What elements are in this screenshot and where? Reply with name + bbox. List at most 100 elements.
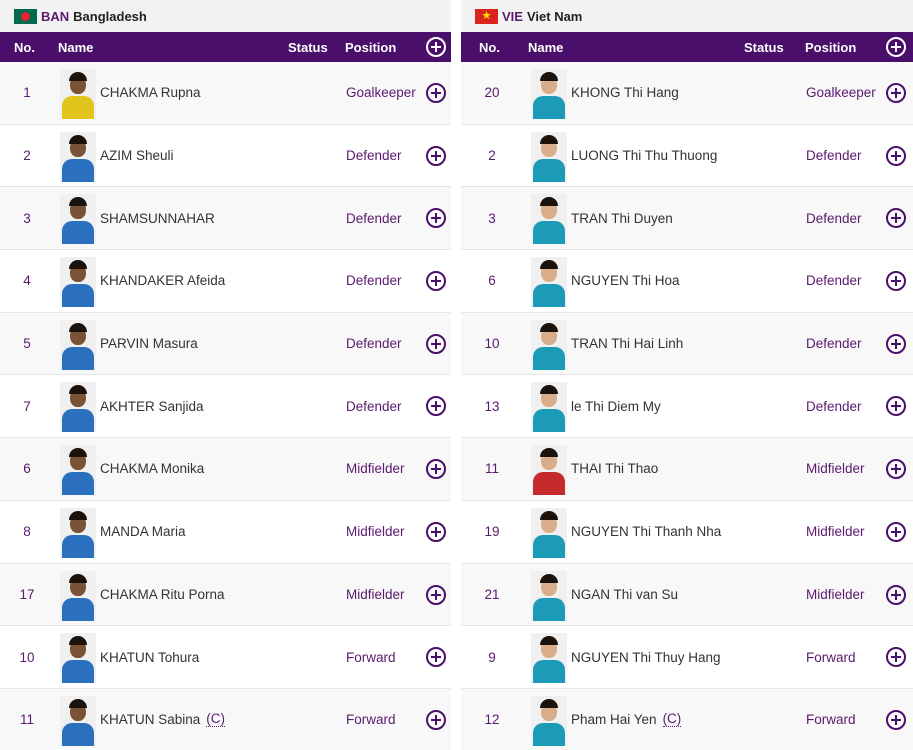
player-row[interactable]: 6 NGUYEN Thi Hoa Defender xyxy=(461,250,913,313)
player-name[interactable]: TRAN Thi Hai Linh xyxy=(571,336,683,351)
player-position: Midfielder xyxy=(806,461,865,477)
player-name-cell[interactable]: KHANDAKER Afeida xyxy=(100,250,225,312)
player-position: Defender xyxy=(806,336,862,352)
player-row[interactable]: 19 NGUYEN Thi Thanh Nha Midfielder xyxy=(461,501,913,564)
player-name-cell[interactable]: CHAKMA Rupna xyxy=(100,62,201,124)
player-name-cell[interactable]: KHONG Thi Hang xyxy=(571,62,679,124)
player-name[interactable]: Pham Hai Yen xyxy=(571,712,657,727)
player-row[interactable]: 2 LUONG Thi Thu Thuong Defender xyxy=(461,125,913,188)
player-name-cell[interactable]: AKHTER Sanjida xyxy=(100,375,204,437)
expand-plus-icon[interactable] xyxy=(426,584,446,605)
player-name-cell[interactable]: MANDA Maria xyxy=(100,501,186,563)
expand-plus-icon[interactable] xyxy=(886,145,906,166)
player-row[interactable]: 5 PARVIN Masura Defender xyxy=(0,312,451,376)
player-number: 2 xyxy=(23,148,31,164)
expand-plus-icon[interactable] xyxy=(886,333,906,354)
expand-plus-icon[interactable] xyxy=(886,271,906,292)
player-position: Midfielder xyxy=(806,524,865,540)
player-name[interactable]: KHATUN Tohura xyxy=(100,650,199,665)
expand-plus-icon[interactable] xyxy=(426,271,446,292)
player-name[interactable]: NGAN Thi van Su xyxy=(571,587,678,602)
player-row[interactable]: 7 AKHTER Sanjida Defender xyxy=(0,375,451,439)
player-name[interactable]: PARVIN Masura xyxy=(100,336,198,351)
player-name-cell[interactable]: NGUYEN Thi Thanh Nha xyxy=(571,501,721,563)
expand-plus-icon[interactable] xyxy=(886,396,906,417)
player-row[interactable]: 4 KHANDAKER Afeida Defender xyxy=(0,250,451,313)
expand-plus-icon[interactable] xyxy=(426,459,446,480)
player-row[interactable]: 2 AZIM Sheuli Defender xyxy=(0,125,451,188)
expand-plus-icon[interactable] xyxy=(886,647,906,668)
expand-plus-icon[interactable] xyxy=(886,584,906,605)
expand-plus-icon[interactable] xyxy=(426,83,446,103)
expand-plus-icon[interactable] xyxy=(886,208,906,229)
player-row[interactable]: 17 CHAKMA Ritu Porna Midfielder xyxy=(0,563,451,627)
player-row[interactable]: 6 CHAKMA Monika Midfielder xyxy=(0,438,451,501)
player-name[interactable]: MANDA Maria xyxy=(100,524,186,539)
player-name-cell[interactable]: NGAN Thi van Su xyxy=(571,564,678,626)
column-header-name: Name xyxy=(58,40,94,55)
player-name[interactable]: KHONG Thi Hang xyxy=(571,85,679,100)
player-name[interactable]: NGUYEN Thi Thuy Hang xyxy=(571,650,721,665)
player-row[interactable]: 3 SHAMSUNNAHAR Defender xyxy=(0,187,451,251)
column-header-position: Position xyxy=(345,40,397,55)
player-name[interactable]: le Thi Diem My xyxy=(571,399,661,414)
player-photo xyxy=(531,570,567,621)
player-name[interactable]: SHAMSUNNAHAR xyxy=(100,211,215,226)
player-row[interactable]: 13 le Thi Diem My Defender xyxy=(461,375,913,439)
player-name-cell[interactable]: TRAN Thi Hai Linh xyxy=(571,313,683,375)
player-name[interactable]: AKHTER Sanjida xyxy=(100,399,204,414)
player-name[interactable]: THAI Thi Thao xyxy=(571,461,658,476)
player-name[interactable]: LUONG Thi Thu Thuong xyxy=(571,148,717,163)
player-name-cell[interactable]: PARVIN Masura xyxy=(100,313,198,375)
player-row[interactable]: 12 Pham Hai Yen (C) Forward xyxy=(461,688,913,750)
player-row[interactable]: 11 THAI Thi Thao Midfielder xyxy=(461,438,913,501)
player-name[interactable]: NGUYEN Thi Thanh Nha xyxy=(571,524,721,539)
player-name-cell[interactable]: CHAKMA Monika xyxy=(100,438,204,500)
expand-plus-icon[interactable] xyxy=(426,396,446,417)
player-row[interactable]: 8 MANDA Maria Midfielder xyxy=(0,501,451,564)
player-name-cell[interactable]: THAI Thi Thao xyxy=(571,438,658,500)
expand-plus-icon[interactable] xyxy=(886,83,906,103)
player-name[interactable]: CHAKMA Monika xyxy=(100,461,204,476)
player-name-cell[interactable]: KHATUN Tohura xyxy=(100,626,199,688)
player-name-cell[interactable]: Pham Hai Yen (C) xyxy=(571,689,682,750)
player-row[interactable]: 1 CHAKMA Rupna Goalkeeper xyxy=(0,62,451,125)
player-photo xyxy=(60,633,96,684)
expand-all-plus-icon[interactable] xyxy=(886,37,906,57)
player-row[interactable]: 3 TRAN Thi Duyen Defender xyxy=(461,187,913,251)
player-name-cell[interactable]: le Thi Diem My xyxy=(571,375,661,437)
player-name[interactable]: KHATUN Sabina xyxy=(100,712,200,727)
player-row[interactable]: 9 NGUYEN Thi Thuy Hang Forward xyxy=(461,626,913,689)
player-name[interactable]: KHANDAKER Afeida xyxy=(100,273,225,288)
player-name-cell[interactable]: KHATUN Sabina (C) xyxy=(100,689,226,750)
player-row[interactable]: 10 KHATUN Tohura Forward xyxy=(0,626,451,689)
player-name-cell[interactable]: TRAN Thi Duyen xyxy=(571,187,673,249)
player-name[interactable]: CHAKMA Ritu Porna xyxy=(100,587,225,602)
expand-plus-icon[interactable] xyxy=(886,521,906,542)
player-row[interactable]: 20 KHONG Thi Hang Goalkeeper xyxy=(461,62,913,125)
player-name[interactable]: AZIM Sheuli xyxy=(100,148,174,163)
player-name-cell[interactable]: LUONG Thi Thu Thuong xyxy=(571,125,717,187)
expand-plus-icon[interactable] xyxy=(886,709,906,730)
player-name-cell[interactable]: AZIM Sheuli xyxy=(100,125,174,187)
expand-plus-icon[interactable] xyxy=(426,208,446,229)
expand-plus-icon[interactable] xyxy=(426,709,446,730)
player-name-cell[interactable]: SHAMSUNNAHAR xyxy=(100,187,215,249)
expand-plus-icon[interactable] xyxy=(886,459,906,480)
player-position: Forward xyxy=(346,649,396,665)
player-name[interactable]: TRAN Thi Duyen xyxy=(571,211,673,226)
player-row[interactable]: 21 NGAN Thi van Su Midfielder xyxy=(461,563,913,627)
expand-plus-icon[interactable] xyxy=(426,145,446,166)
player-photo xyxy=(531,257,567,308)
player-name-cell[interactable]: CHAKMA Ritu Porna xyxy=(100,564,225,626)
expand-plus-icon[interactable] xyxy=(426,521,446,542)
player-name-cell[interactable]: NGUYEN Thi Thuy Hang xyxy=(571,626,721,688)
expand-plus-icon[interactable] xyxy=(426,333,446,354)
player-row[interactable]: 11 KHATUN Sabina (C) Forward xyxy=(0,688,451,750)
player-name[interactable]: NGUYEN Thi Hoa xyxy=(571,273,680,288)
expand-plus-icon[interactable] xyxy=(426,647,446,668)
player-row[interactable]: 10 TRAN Thi Hai Linh Defender xyxy=(461,312,913,376)
expand-all-plus-icon[interactable] xyxy=(426,37,446,57)
player-name-cell[interactable]: NGUYEN Thi Hoa xyxy=(571,250,680,312)
player-name[interactable]: CHAKMA Rupna xyxy=(100,85,201,100)
